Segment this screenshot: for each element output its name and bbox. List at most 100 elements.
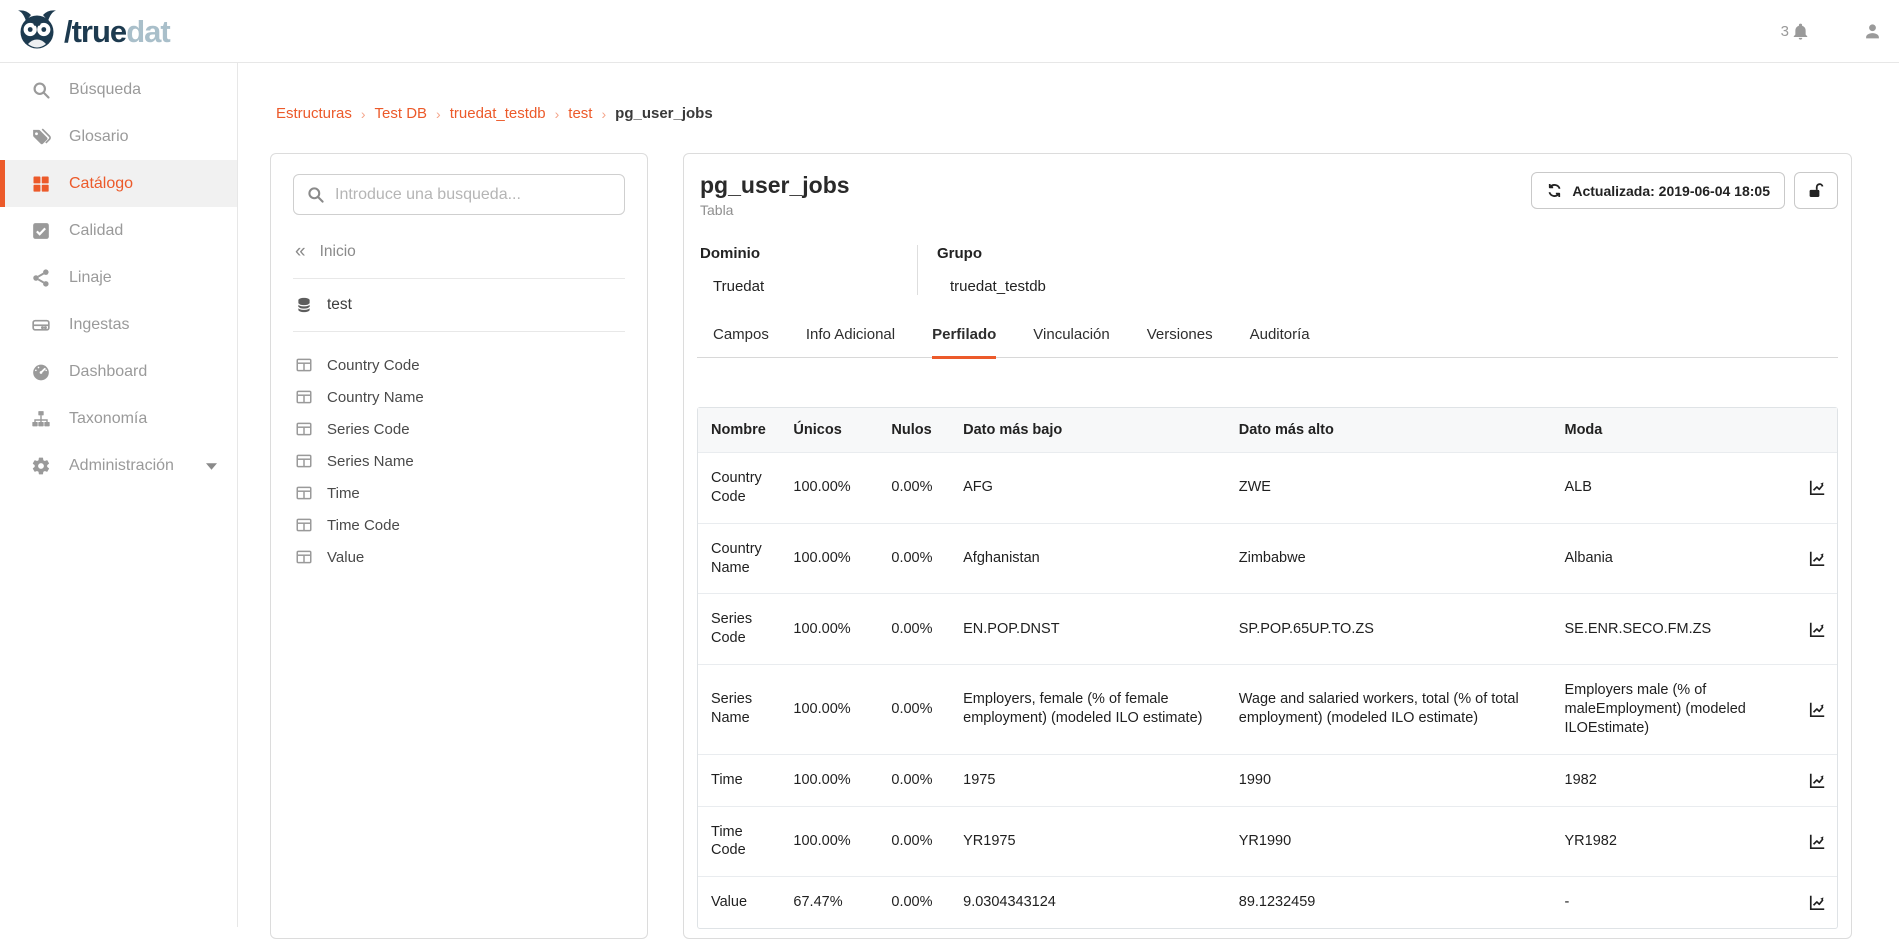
sidebar-item-label: Glosario xyxy=(69,128,129,146)
tab-campos[interactable]: Campos xyxy=(713,326,769,359)
sidebar-item-ingestas[interactable]: Ingestas xyxy=(0,301,237,348)
unique-percent: 100.00% xyxy=(783,593,881,664)
tree-back-label: Inicio xyxy=(320,243,356,261)
highest-value: SP.POP.65UP.TO.ZS xyxy=(1229,593,1555,664)
breadcrumb-separator: › xyxy=(361,106,366,122)
breadcrumb-link-truedat-testdb[interactable]: truedat_testdb xyxy=(450,105,546,122)
chart-line-icon xyxy=(1808,700,1827,719)
tree-node-test[interactable]: test xyxy=(293,296,625,314)
tree-column-series-name[interactable]: Series Name xyxy=(293,445,625,477)
tab-vinculacion[interactable]: Vinculación xyxy=(1033,326,1109,359)
profiling-table: NombreÚnicosNulosDato más bajoDato más a… xyxy=(697,407,1838,929)
tree-column-series-code[interactable]: Series Code xyxy=(293,413,625,445)
sidebar-item-label: Linaje xyxy=(69,269,112,287)
search-icon xyxy=(306,185,325,204)
view-chart-button[interactable] xyxy=(1798,754,1837,806)
sidebar-item-administracion[interactable]: Administración xyxy=(0,442,237,489)
highest-value: ZWE xyxy=(1229,452,1555,523)
page-title: pg_user_jobs xyxy=(700,172,850,199)
unlock-button[interactable] xyxy=(1794,172,1838,209)
tree-column-label: Series Code xyxy=(327,421,410,438)
field-name-link[interactable]: Series Name xyxy=(698,664,783,754)
tab-versiones[interactable]: Versiones xyxy=(1147,326,1213,359)
field-name-link[interactable]: Time xyxy=(698,754,783,806)
tab-info-adicional[interactable]: Info Adicional xyxy=(806,326,895,359)
sidebar-item-taxonomia[interactable]: Taxonomía xyxy=(0,395,237,442)
table-icon xyxy=(295,420,313,438)
sitemap-icon xyxy=(30,409,52,429)
chart-line-icon xyxy=(1808,478,1827,497)
sidebar-item-linaje[interactable]: Linaje xyxy=(0,254,237,301)
lowest-value: Employers, female (% of female employmen… xyxy=(953,664,1229,754)
view-chart-button[interactable] xyxy=(1798,876,1837,928)
chart-line-icon xyxy=(1808,549,1827,568)
tree-column-list: Country CodeCountry Name Series Code Serie… xyxy=(293,349,625,573)
mode-value: ALB xyxy=(1555,452,1799,523)
lowest-value: YR1975 xyxy=(953,806,1229,877)
sidebar-item-busqueda[interactable]: Búsqueda xyxy=(0,66,237,113)
tree-back-home[interactable]: « Inicio xyxy=(293,242,625,261)
table-icon xyxy=(295,452,313,470)
breadcrumb-link-test-db[interactable]: Test DB xyxy=(375,105,428,122)
unique-percent: 100.00% xyxy=(783,523,881,594)
table-row-time-code: Time Code100.00%0.00%YR1975YR1990YR1982 xyxy=(698,806,1837,877)
field-name-link[interactable]: Series Code xyxy=(698,593,783,664)
highest-value: Wage and salaried workers, total (% of t… xyxy=(1229,664,1555,754)
breadcrumb-link-test[interactable]: test xyxy=(568,105,592,122)
field-name-link[interactable]: Value xyxy=(698,876,783,928)
meta-label-dominio: Dominio xyxy=(700,245,917,262)
table-row-series-code: Series Code100.00%0.00%EN.POP.DNSTSP.POP… xyxy=(698,593,1837,664)
sidebar-item-label: Taxonomía xyxy=(69,410,147,428)
meta-section: Dominio Truedat Grupo truedat_testdb xyxy=(697,245,1838,295)
highest-value: 89.1232459 xyxy=(1229,876,1555,928)
sync-icon xyxy=(1546,182,1563,199)
tree-column-label: Series Name xyxy=(327,453,414,470)
tree-search-box xyxy=(293,174,625,215)
tab-perfilado[interactable]: Perfilado xyxy=(932,326,996,359)
null-percent: 0.00% xyxy=(881,452,953,523)
structure-tree-panel: « Inicio test Country CodeCountry Name Se… xyxy=(270,153,648,939)
view-chart-button[interactable] xyxy=(1798,593,1837,664)
view-chart-button[interactable] xyxy=(1798,806,1837,877)
view-chart-button[interactable] xyxy=(1798,452,1837,523)
field-name-link[interactable]: Country Code xyxy=(698,452,783,523)
logo-wordmark: /truedat xyxy=(64,16,170,47)
lowest-value: 1975 xyxy=(953,754,1229,806)
sidebar-item-glosario[interactable]: Glosario xyxy=(0,113,237,160)
chevron-down-icon xyxy=(206,457,217,475)
refresh-updated-button[interactable]: Actualizada: 2019-06-04 18:05 xyxy=(1531,172,1785,209)
tree-column-country-code[interactable]: Country Code xyxy=(293,349,625,381)
sidebar-item-label: Calidad xyxy=(69,222,123,240)
breadcrumb-link-estructuras[interactable]: Estructuras xyxy=(276,105,352,122)
gear-icon xyxy=(30,456,52,476)
field-name-link[interactable]: Time Code xyxy=(698,806,783,877)
column-header-actions xyxy=(1798,408,1837,452)
tags-icon xyxy=(30,127,52,147)
sidebar-item-catalogo[interactable]: Catálogo xyxy=(0,160,237,207)
user-avatar-icon[interactable] xyxy=(1862,21,1883,42)
notifications-button[interactable]: 3 xyxy=(1781,22,1810,41)
highest-value: 1990 xyxy=(1229,754,1555,806)
null-percent: 0.00% xyxy=(881,523,953,594)
tree-column-time[interactable]: Time xyxy=(293,477,625,509)
tab-auditoria[interactable]: Auditoría xyxy=(1250,326,1310,359)
drive-icon xyxy=(30,315,52,335)
view-chart-button[interactable] xyxy=(1798,664,1837,754)
view-chart-button[interactable] xyxy=(1798,523,1837,594)
breadcrumb-separator: › xyxy=(601,106,606,122)
tree-column-value[interactable]: Value xyxy=(293,541,625,573)
sidebar-item-label: Dashboard xyxy=(69,363,147,381)
gauge-icon xyxy=(30,362,52,382)
lowest-value: EN.POP.DNST xyxy=(953,593,1229,664)
mode-value: Employers male (% of maleEmployment) (mo… xyxy=(1555,664,1799,754)
tree-column-country-name[interactable]: Country Name xyxy=(293,381,625,413)
mode-value: YR1982 xyxy=(1555,806,1799,877)
tree-column-time-code[interactable]: Time Code xyxy=(293,509,625,541)
tree-parent-label: test xyxy=(327,296,352,314)
sidebar-item-calidad[interactable]: Calidad xyxy=(0,207,237,254)
truedat-logo[interactable]: /truedat xyxy=(0,9,170,53)
field-name-link[interactable]: Country Name xyxy=(698,523,783,594)
lowest-value: Afghanistan xyxy=(953,523,1229,594)
tree-search-input[interactable] xyxy=(335,186,612,204)
sidebar-item-dashboard[interactable]: Dashboard xyxy=(0,348,237,395)
